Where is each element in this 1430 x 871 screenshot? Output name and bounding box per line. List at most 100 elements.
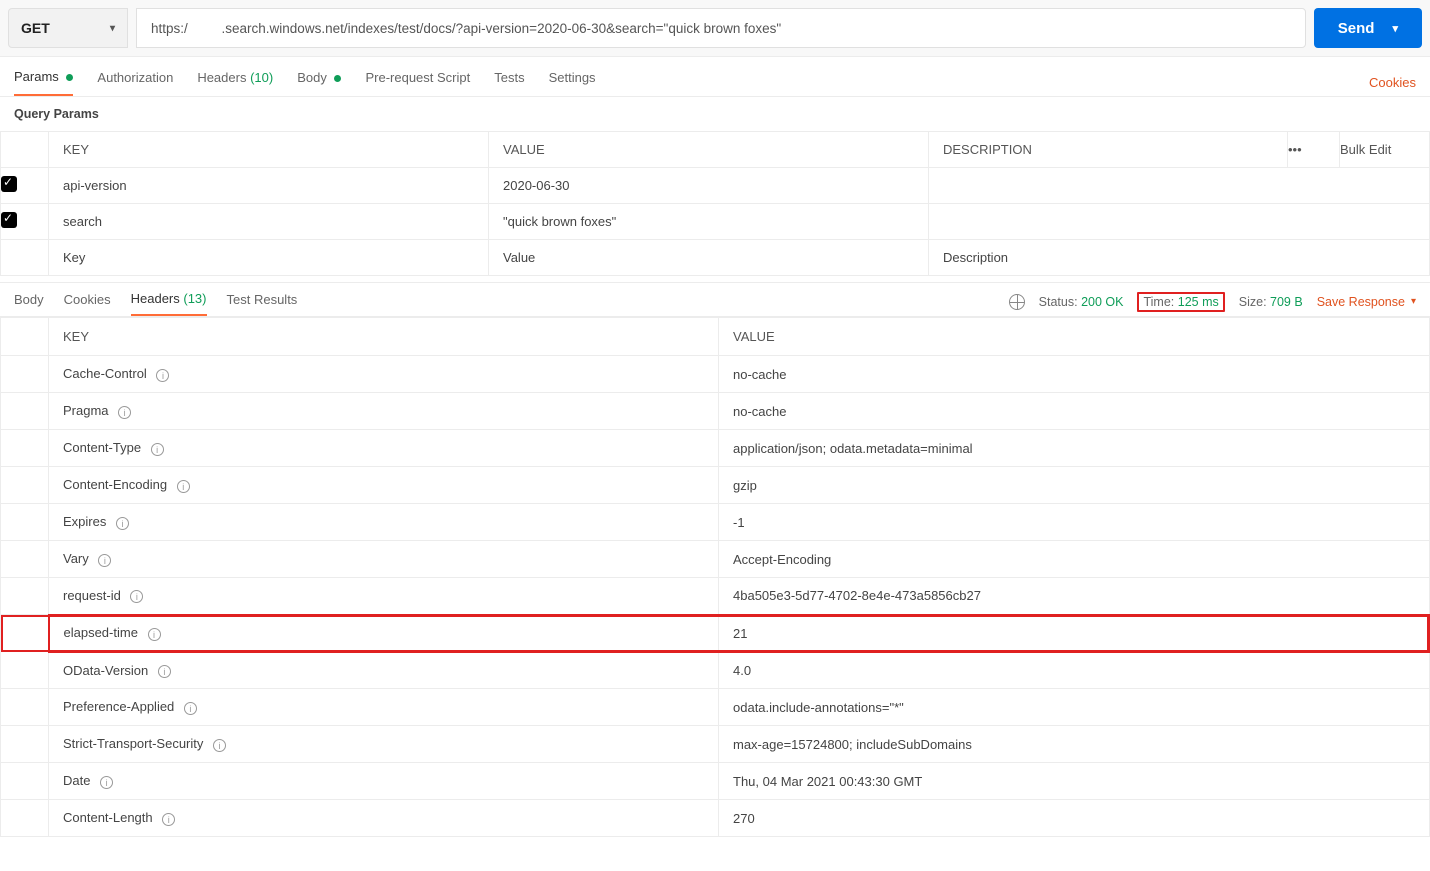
- tab-params-label: Params: [14, 69, 59, 84]
- row-checkbox[interactable]: [1, 204, 49, 240]
- header-key: OData-Version i: [49, 652, 719, 689]
- response-header-row: elapsed-time i21: [1, 615, 1430, 652]
- resp-tab-cookies[interactable]: Cookies: [64, 292, 111, 315]
- row-checkbox-empty[interactable]: [1, 240, 49, 276]
- tab-settings[interactable]: Settings: [549, 70, 596, 95]
- resp-tab-test-results[interactable]: Test Results: [227, 292, 298, 315]
- info-icon[interactable]: i: [213, 739, 226, 752]
- param-value-input[interactable]: Value: [489, 240, 929, 276]
- resp-tab-body[interactable]: Body: [14, 292, 44, 315]
- response-tabs: Body Cookies Headers (13) Test Results S…: [0, 282, 1430, 317]
- tab-tests[interactable]: Tests: [494, 70, 524, 95]
- param-value[interactable]: "quick brown foxes": [489, 204, 929, 240]
- query-params-title: Query Params: [0, 97, 1430, 131]
- column-key: KEY: [49, 132, 489, 168]
- globe-icon[interactable]: [1009, 294, 1025, 310]
- query-param-new-row: Key Value Description: [1, 240, 1430, 276]
- param-desc[interactable]: [929, 168, 1430, 204]
- spacer-col: [1, 318, 49, 356]
- param-key[interactable]: api-version: [49, 168, 489, 204]
- header-key: Cache-Control i: [49, 356, 719, 393]
- response-header-row: OData-Version i4.0: [1, 652, 1430, 689]
- spacer-cell: [1, 467, 49, 504]
- tab-body[interactable]: Body: [297, 70, 341, 95]
- row-checkbox[interactable]: [1, 168, 49, 204]
- response-header-row: Strict-Transport-Security imax-age=15724…: [1, 726, 1430, 763]
- info-icon[interactable]: i: [100, 776, 113, 789]
- info-icon[interactable]: i: [158, 665, 171, 678]
- resp-tab-headers-label: Headers: [131, 291, 180, 306]
- info-icon[interactable]: i: [118, 406, 131, 419]
- info-icon[interactable]: i: [184, 702, 197, 715]
- spacer-cell: [1, 800, 49, 837]
- param-desc-input[interactable]: Description: [929, 240, 1430, 276]
- time-block: Time: 125 ms: [1137, 292, 1224, 312]
- response-header-row: Content-Type iapplication/json; odata.me…: [1, 430, 1430, 467]
- header-key: Expires i: [49, 504, 719, 541]
- checkbox-header: [1, 132, 49, 168]
- header-value: odata.include-annotations="*": [719, 689, 1430, 726]
- info-icon[interactable]: i: [98, 554, 111, 567]
- more-actions-button[interactable]: •••: [1288, 132, 1340, 168]
- header-key: request-id i: [49, 578, 719, 615]
- query-params-header-row: KEY VALUE DESCRIPTION ••• Bulk Edit: [1, 132, 1430, 168]
- header-value: Thu, 04 Mar 2021 00:43:30 GMT: [719, 763, 1430, 800]
- send-button[interactable]: Send ▾: [1314, 8, 1422, 48]
- header-key: elapsed-time i: [49, 615, 719, 652]
- info-icon[interactable]: i: [162, 813, 175, 826]
- request-bar: GET ▾ Send ▾: [0, 0, 1430, 57]
- column-description: DESCRIPTION: [929, 132, 1288, 168]
- spacer-cell: [1, 504, 49, 541]
- header-value: -1: [719, 504, 1430, 541]
- param-desc[interactable]: [929, 204, 1430, 240]
- header-key: Vary i: [49, 541, 719, 578]
- header-value: no-cache: [719, 393, 1430, 430]
- size-label: Size:: [1239, 295, 1267, 309]
- param-value[interactable]: 2020-06-30: [489, 168, 929, 204]
- header-key: Preference-Applied i: [49, 689, 719, 726]
- header-value: 270: [719, 800, 1430, 837]
- spacer-cell: [1, 689, 49, 726]
- param-key[interactable]: search: [49, 204, 489, 240]
- size-block: Size: 709 B: [1239, 295, 1303, 309]
- spacer-cell: [1, 541, 49, 578]
- save-response-label: Save Response: [1317, 295, 1405, 309]
- tab-params[interactable]: Params: [14, 69, 73, 96]
- resp-tab-headers[interactable]: Headers (13): [131, 291, 207, 316]
- url-input[interactable]: [136, 8, 1306, 48]
- save-response-button[interactable]: Save Response ▾: [1317, 295, 1416, 309]
- size-value: 709 B: [1270, 295, 1303, 309]
- bulk-edit-button[interactable]: Bulk Edit: [1340, 132, 1430, 168]
- response-meta: Status: 200 OK Time: 125 ms Size: 709 B …: [1009, 292, 1416, 316]
- resp-tab-headers-count: (13): [183, 291, 206, 306]
- info-icon[interactable]: i: [116, 517, 129, 530]
- response-header-row: Content-Encoding igzip: [1, 467, 1430, 504]
- tab-headers-count: (10): [250, 70, 273, 85]
- query-param-row: search "quick brown foxes": [1, 204, 1430, 240]
- query-param-row: api-version 2020-06-30: [1, 168, 1430, 204]
- header-value: max-age=15724800; includeSubDomains: [719, 726, 1430, 763]
- response-header-row: request-id i4ba505e3-5d77-4702-8e4e-473a…: [1, 578, 1430, 615]
- http-method-select[interactable]: GET ▾: [8, 8, 128, 48]
- status-value: 200 OK: [1081, 295, 1123, 309]
- status-block: Status: 200 OK: [1039, 295, 1124, 309]
- info-icon[interactable]: i: [151, 443, 164, 456]
- send-label: Send: [1338, 20, 1375, 37]
- status-label: Status:: [1039, 295, 1078, 309]
- tab-pre-request[interactable]: Pre-request Script: [365, 70, 470, 95]
- info-icon[interactable]: i: [130, 590, 143, 603]
- tab-authorization[interactable]: Authorization: [97, 70, 173, 95]
- info-icon[interactable]: i: [148, 628, 161, 641]
- query-params-table: KEY VALUE DESCRIPTION ••• Bulk Edit api-…: [0, 131, 1430, 276]
- spacer-cell: [1, 578, 49, 615]
- info-icon[interactable]: i: [156, 369, 169, 382]
- time-label: Time:: [1143, 295, 1174, 309]
- param-key-input[interactable]: Key: [49, 240, 489, 276]
- tab-body-label: Body: [297, 70, 327, 85]
- tab-headers[interactable]: Headers (10): [197, 70, 273, 95]
- http-method-label: GET: [21, 20, 50, 36]
- header-key: Content-Encoding i: [49, 467, 719, 504]
- info-icon[interactable]: i: [177, 480, 190, 493]
- cookies-link[interactable]: Cookies: [1369, 75, 1416, 90]
- header-key: Pragma i: [49, 393, 719, 430]
